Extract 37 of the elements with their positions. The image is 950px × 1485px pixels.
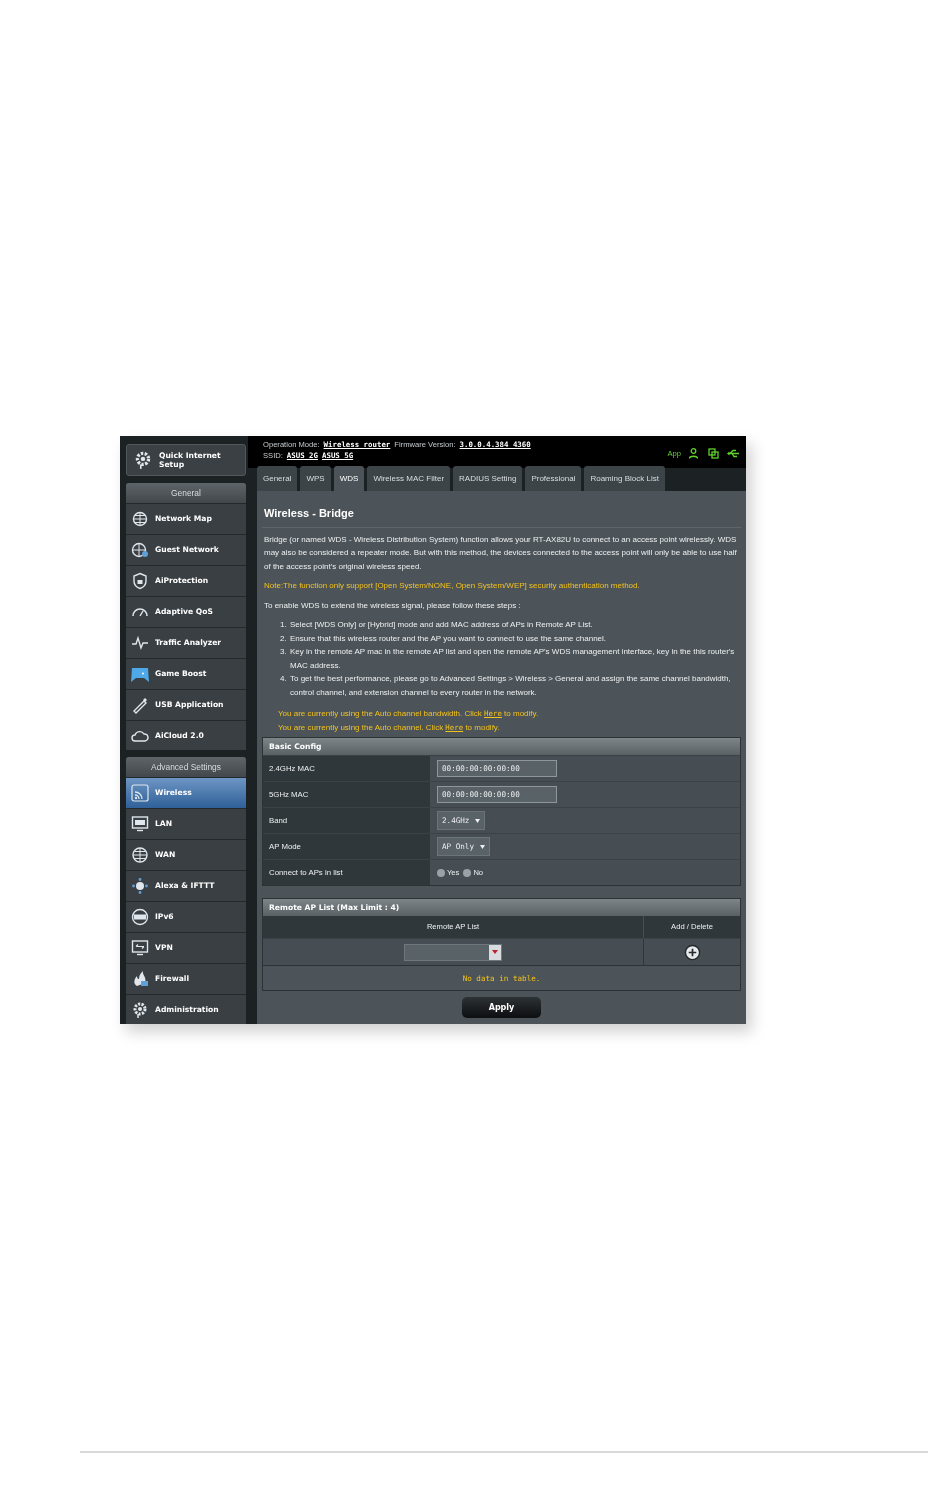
monitor-icon [131, 814, 149, 833]
tab[interactable]: RADIUS Setting [453, 466, 523, 491]
tab[interactable]: Wireless MAC Filter [367, 466, 451, 491]
wifi-icon [131, 783, 149, 802]
page-title: Wireless - Bridge [262, 505, 741, 528]
copy-icon[interactable] [708, 448, 719, 459]
user-icon[interactable] [689, 448, 700, 459]
step-text: To get the best performance, please go to Advanced Settings > Wireless > General and assign the same channel bandwidth, control channel, and extension channel to every router in the network. [290, 673, 732, 699]
step-number: 2. [280, 632, 287, 645]
caret-icon [492, 950, 498, 954]
step-text: Ensure that this wireless router and the AP you want to connect to use the same channel. [290, 632, 607, 645]
gear-icon [133, 449, 153, 470]
step-number: 3. [280, 646, 287, 658]
shield-icon [131, 571, 149, 590]
caret-icon [475, 818, 481, 823]
step-number: 4. [280, 673, 287, 685]
tab[interactable]: Roaming Block List [584, 466, 665, 491]
tab[interactable]: General [257, 466, 298, 491]
section-header: General [126, 482, 246, 503]
tab[interactable]: Professional [525, 466, 582, 491]
gear-icon [131, 1000, 149, 1019]
apply-button[interactable]: Apply [462, 997, 541, 1018]
monitor-icon [131, 938, 149, 957]
step-text: Key in the remote AP mac in the remote AP list and open the remote AP's WDS management interface, key in the this router's MAC address. [290, 646, 736, 672]
step-text: Select [WDS Only] or [Hybrid] mode and add MAC address of APs in Remote AP List. [290, 619, 593, 631]
ap-combo-field[interactable] [404, 943, 502, 961]
add-icon[interactable] [683, 943, 701, 961]
step-number: 1. [280, 619, 287, 631]
section-header: Advanced Settings [126, 756, 246, 777]
intro-text: Bridge (or named WDS - Wireless Distribution System) function allows your RT-AX82U to connect to an access point wirelessly. WDS may also be considered a repeater mode. But with this method, the devices connected to the access point will only be able to use half of the access point's original wireless speed. [263, 533, 738, 573]
dots-icon [131, 876, 149, 895]
steps-intro: To enable WDS to extend the wireless signal, please follow these steps : [263, 599, 522, 612]
note-text: Note:The function only support [Open System/NONE, Open System/WEP] security authentication method. [263, 580, 641, 592]
tab[interactable]: WPS [300, 466, 331, 491]
flame-icon [131, 969, 149, 988]
tab[interactable]: WDS [333, 466, 365, 491]
caret-icon [480, 844, 485, 849]
